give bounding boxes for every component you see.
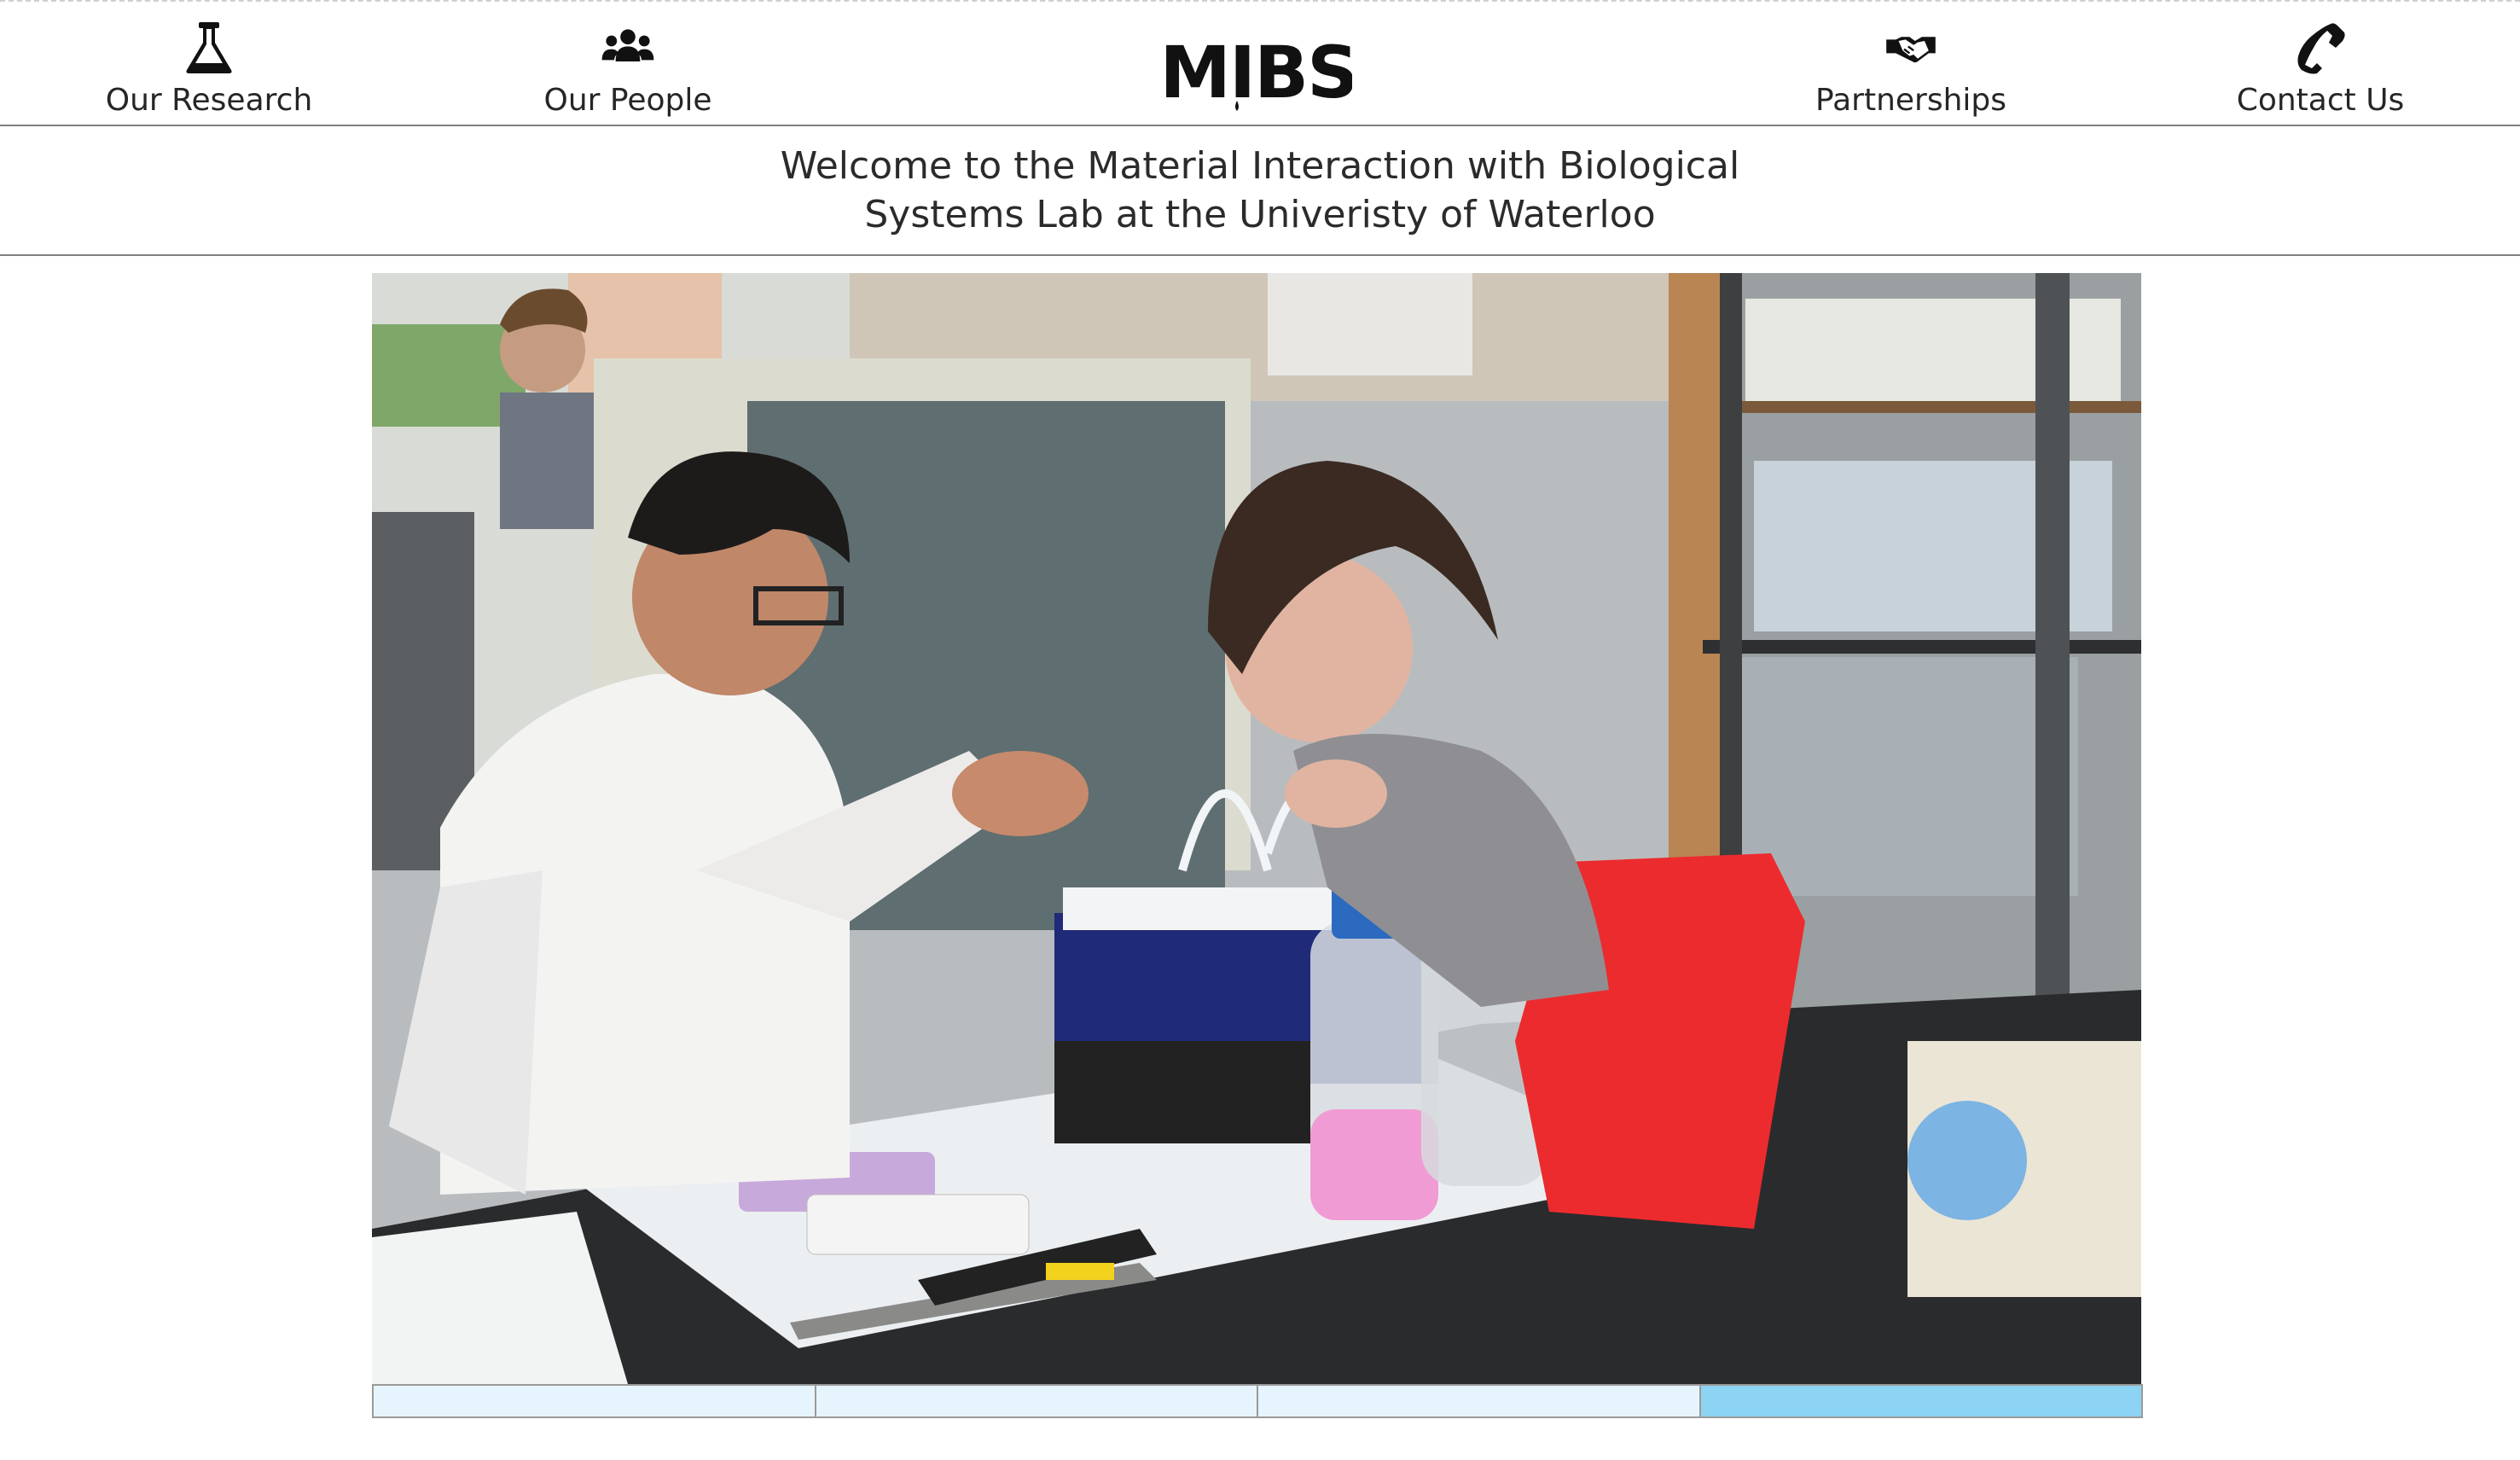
carousel-indicator-4[interactable] [1700,1386,2141,1416]
nav-label-research: Our Research [105,83,313,118]
hero-lab-photo [372,273,2141,1384]
carousel-indicators [372,1384,2143,1418]
nav-divider [0,125,2520,126]
nav-partnerships[interactable]: Partnerships [1815,20,2006,123]
carousel-indicator-1[interactable] [374,1386,816,1416]
nav-contact-us[interactable]: Contact Us [2237,20,2404,123]
nav-label-partnerships: Partnerships [1815,83,2007,118]
welcome-heading: Welcome to the Material Interaction with… [663,142,1857,239]
welcome-line-1: Welcome to the Material Interaction with… [780,144,1740,188]
users-icon [601,29,654,61]
main-navigation: Our Research Our People MIBS Partnership… [0,3,2520,125]
handshake-icon [1886,37,1936,63]
carousel-indicator-2[interactable] [816,1386,1258,1416]
welcome-divider [0,254,2520,256]
flask-icon [186,22,232,73]
logo-text: MIBS [1164,31,1352,114]
lab-scene-illustration [372,273,2141,1384]
welcome-line-2: Systems Lab at the Univeristy of Waterlo… [864,193,1656,236]
mibs-logo[interactable]: MIBS [1164,29,1352,114]
carousel-indicator-3[interactable] [1258,1386,1701,1416]
nav-our-people[interactable]: Our People [544,20,712,123]
phone-icon [2297,23,2345,74]
nav-label-contact: Contact Us [2236,83,2405,118]
nav-label-people: Our People [543,83,712,118]
nav-our-research[interactable]: Our Research [106,20,312,123]
